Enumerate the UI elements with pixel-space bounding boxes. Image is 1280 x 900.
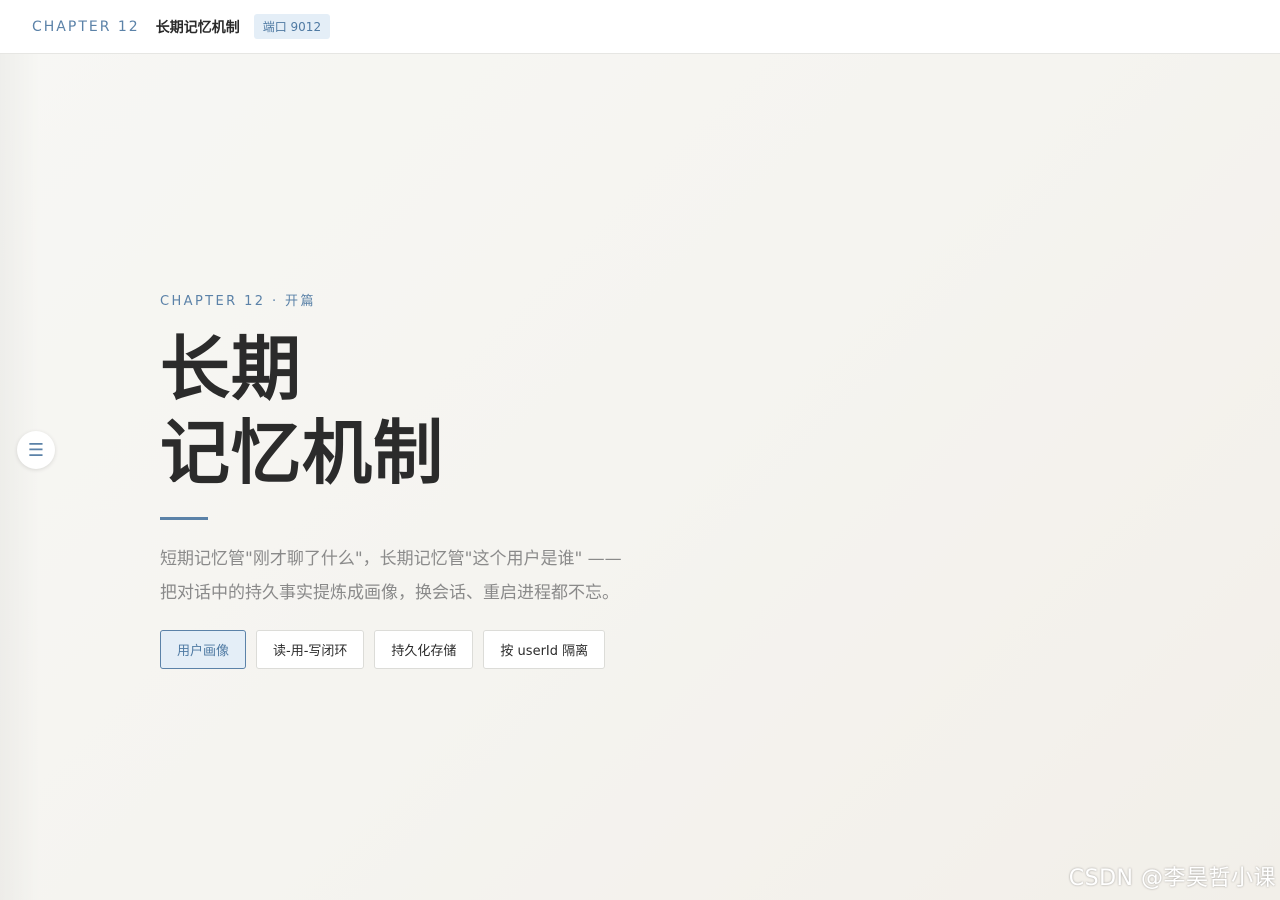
hero-section: CHAPTER 12 · 开篇 长期 记忆机制 短期记忆管"刚才聊了什么"，长期… <box>160 290 860 669</box>
description-line-1: 短期记忆管"刚才聊了什么"，长期记忆管"这个用户是谁" —— <box>160 549 622 569</box>
header-chapter-label: CHAPTER 12 <box>32 18 140 35</box>
description-line-2: 把对话中的持久事实提炼成画像，换会话、重启进程都不忘。 <box>160 583 619 603</box>
hero-description: 短期记忆管"刚才聊了什么"，长期记忆管"这个用户是谁" —— 把对话中的持久事实… <box>160 542 680 610</box>
topic-tags: 用户画像 读-用-写闭环 持久化存储 按 userId 隔离 <box>160 630 860 669</box>
tag-user-profile[interactable]: 用户画像 <box>160 630 247 669</box>
toc-toggle-button[interactable]: ☰ <box>17 431 55 469</box>
watermark: CSDN @李昊哲小课 <box>1068 866 1276 891</box>
hero-eyebrow: CHAPTER 12 · 开篇 <box>160 294 316 309</box>
header-title: 长期记忆机制 <box>155 19 240 36</box>
page-title: 长期 记忆机制 <box>160 327 860 495</box>
menu-icon: ☰ <box>27 439 45 461</box>
accent-divider <box>160 517 208 520</box>
tag-persistent-storage[interactable]: 持久化存储 <box>374 630 474 669</box>
tag-read-use-write-loop[interactable]: 读-用-写闭环 <box>256 630 365 669</box>
port-badge: 端口 9012 <box>253 14 331 39</box>
title-line-2: 记忆机制 <box>160 412 444 494</box>
top-bar: CHAPTER 12 长期记忆机制 端口 9012 <box>0 0 1280 54</box>
title-line-1: 长期 <box>160 328 302 410</box>
tag-userid-isolation[interactable]: 按 userId 隔离 <box>483 630 606 669</box>
